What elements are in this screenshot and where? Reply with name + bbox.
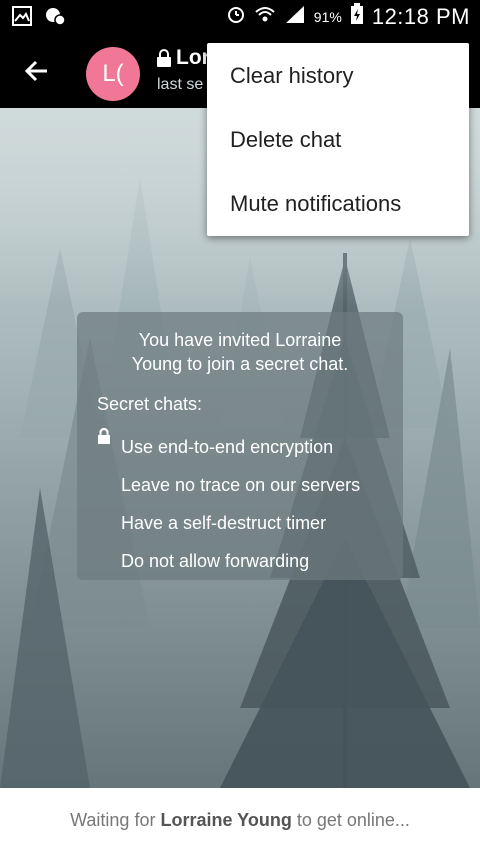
secret-chat-info-card: You have invited Lorraine Young to join … — [77, 312, 403, 580]
contact-name: Lorraine Young — [160, 810, 292, 830]
menu-item-clear-history[interactable]: Clear history — [230, 63, 353, 89]
waiting-suffix: to get online... — [291, 810, 410, 830]
waiting-prefix: Waiting for — [70, 810, 161, 830]
feature-list: Use end-to-end encryption Leave no trace… — [97, 428, 360, 580]
list-item: Use end-to-end encryption — [97, 428, 360, 466]
feature-text: Leave no trace on our servers — [121, 474, 361, 495]
gallery-icon — [12, 6, 32, 31]
lock-icon — [156, 49, 172, 67]
overflow-menu: Clear history Delete chat Mute notificat… — [207, 43, 469, 236]
chat-title: Lor — [176, 46, 210, 69]
menu-item-mute-notifications[interactable]: Mute notifications — [230, 191, 401, 217]
secret-chats-label: Secret chats: — [97, 394, 203, 414]
invite-message: You have invited Lorraine Young to join … — [131, 330, 349, 374]
last-seen-status: last se — [157, 76, 204, 93]
alarm-icon — [226, 4, 246, 29]
title-row[interactable]: Lor — [156, 46, 210, 70]
feature-text: Do not allow forwarding — [121, 550, 310, 571]
lock-icon — [97, 428, 111, 493]
wifi-icon — [254, 4, 276, 29]
menu-item-delete-chat[interactable]: Delete chat — [230, 127, 341, 153]
avatar[interactable]: L( — [86, 47, 140, 101]
waiting-status-bar: Waiting for Lorraine Young to get online… — [0, 788, 480, 853]
back-arrow-icon[interactable] — [23, 57, 51, 85]
lock-icon — [97, 428, 111, 531]
battery-percent: 91% — [313, 8, 342, 25]
list-item: Leave no trace on our servers — [97, 428, 361, 504]
lock-icon — [97, 428, 111, 569]
status-bar: 91% 12:18 PM — [0, 0, 480, 34]
feature-text: Use end-to-end encryption — [121, 436, 334, 457]
feature-text: Have a self-destruct timer — [121, 512, 327, 533]
list-item: Have a self-destruct timer — [97, 428, 360, 542]
signal-icon — [284, 4, 306, 29]
clock: 12:18 PM — [371, 3, 470, 29]
battery-charging-icon — [350, 3, 364, 30]
list-item: Do not allow forwarding — [97, 428, 360, 580]
notification-icon — [44, 6, 66, 31]
